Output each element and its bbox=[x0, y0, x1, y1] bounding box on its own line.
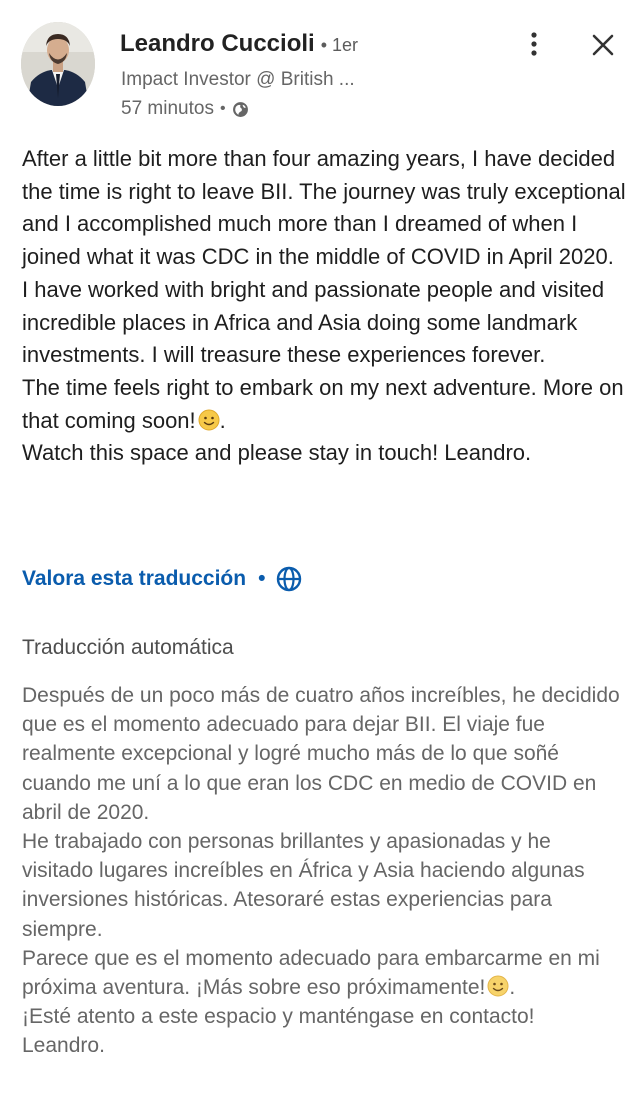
translated-paragraph-text: Parece que es el momento adecuado para e… bbox=[22, 946, 600, 1000]
post-header: Leandro Cuccioli • 1er Impact Investor @… bbox=[0, 0, 640, 140]
avatar-image bbox=[21, 22, 95, 106]
rate-translation-link[interactable]: Valora esta traducción bbox=[22, 567, 246, 591]
post-paragraph: After a little bit more than four amazin… bbox=[22, 146, 626, 270]
post-time: 57 minutos bbox=[121, 98, 214, 119]
avatar[interactable] bbox=[21, 22, 95, 106]
slightly-smiling-face-emoji bbox=[198, 409, 220, 431]
post-paragraph: Watch this space and please stay in touc… bbox=[22, 440, 532, 466]
author-row: Leandro Cuccioli • 1er bbox=[120, 30, 358, 58]
more-vertical-icon[interactable] bbox=[522, 30, 546, 60]
post-paragraph: The time feels right to embark on my nex… bbox=[22, 374, 624, 433]
translated-paragraph: Después de un poco más de cuatro años in… bbox=[22, 684, 620, 824]
translated-paragraph: Parece que es el momento adecuado para e… bbox=[22, 946, 600, 1000]
author-name[interactable]: Leandro Cuccioli bbox=[120, 30, 315, 58]
rate-separator: • bbox=[258, 567, 266, 590]
connection-degree: • 1er bbox=[320, 35, 359, 55]
translated-body: Después de un poco más de cuatro años in… bbox=[22, 681, 622, 1061]
post-body: After a little bit more than four amazin… bbox=[22, 143, 626, 470]
rate-translation-row: Valora esta traducción • bbox=[22, 566, 302, 592]
slightly-smiling-face-emoji bbox=[487, 975, 509, 997]
author-headline: Impact Investor @ British ... bbox=[121, 69, 355, 90]
globe-icon bbox=[232, 101, 248, 117]
meta-separator: • bbox=[219, 100, 226, 117]
close-icon[interactable] bbox=[588, 30, 618, 60]
post-paragraph-text: The time feels right to embark on my nex… bbox=[22, 374, 624, 433]
post-paragraph: I have worked with bright and passionate… bbox=[22, 276, 605, 368]
post-meta: 57 minutos • bbox=[121, 98, 249, 120]
auto-translation-label: Traducción automática bbox=[22, 636, 234, 659]
translated-paragraph: He trabajado con personas brillantes y a… bbox=[22, 830, 585, 941]
globe-icon[interactable] bbox=[276, 566, 302, 592]
translated-paragraph: ¡Esté atento a este espacio y manténgase… bbox=[22, 1005, 535, 1058]
